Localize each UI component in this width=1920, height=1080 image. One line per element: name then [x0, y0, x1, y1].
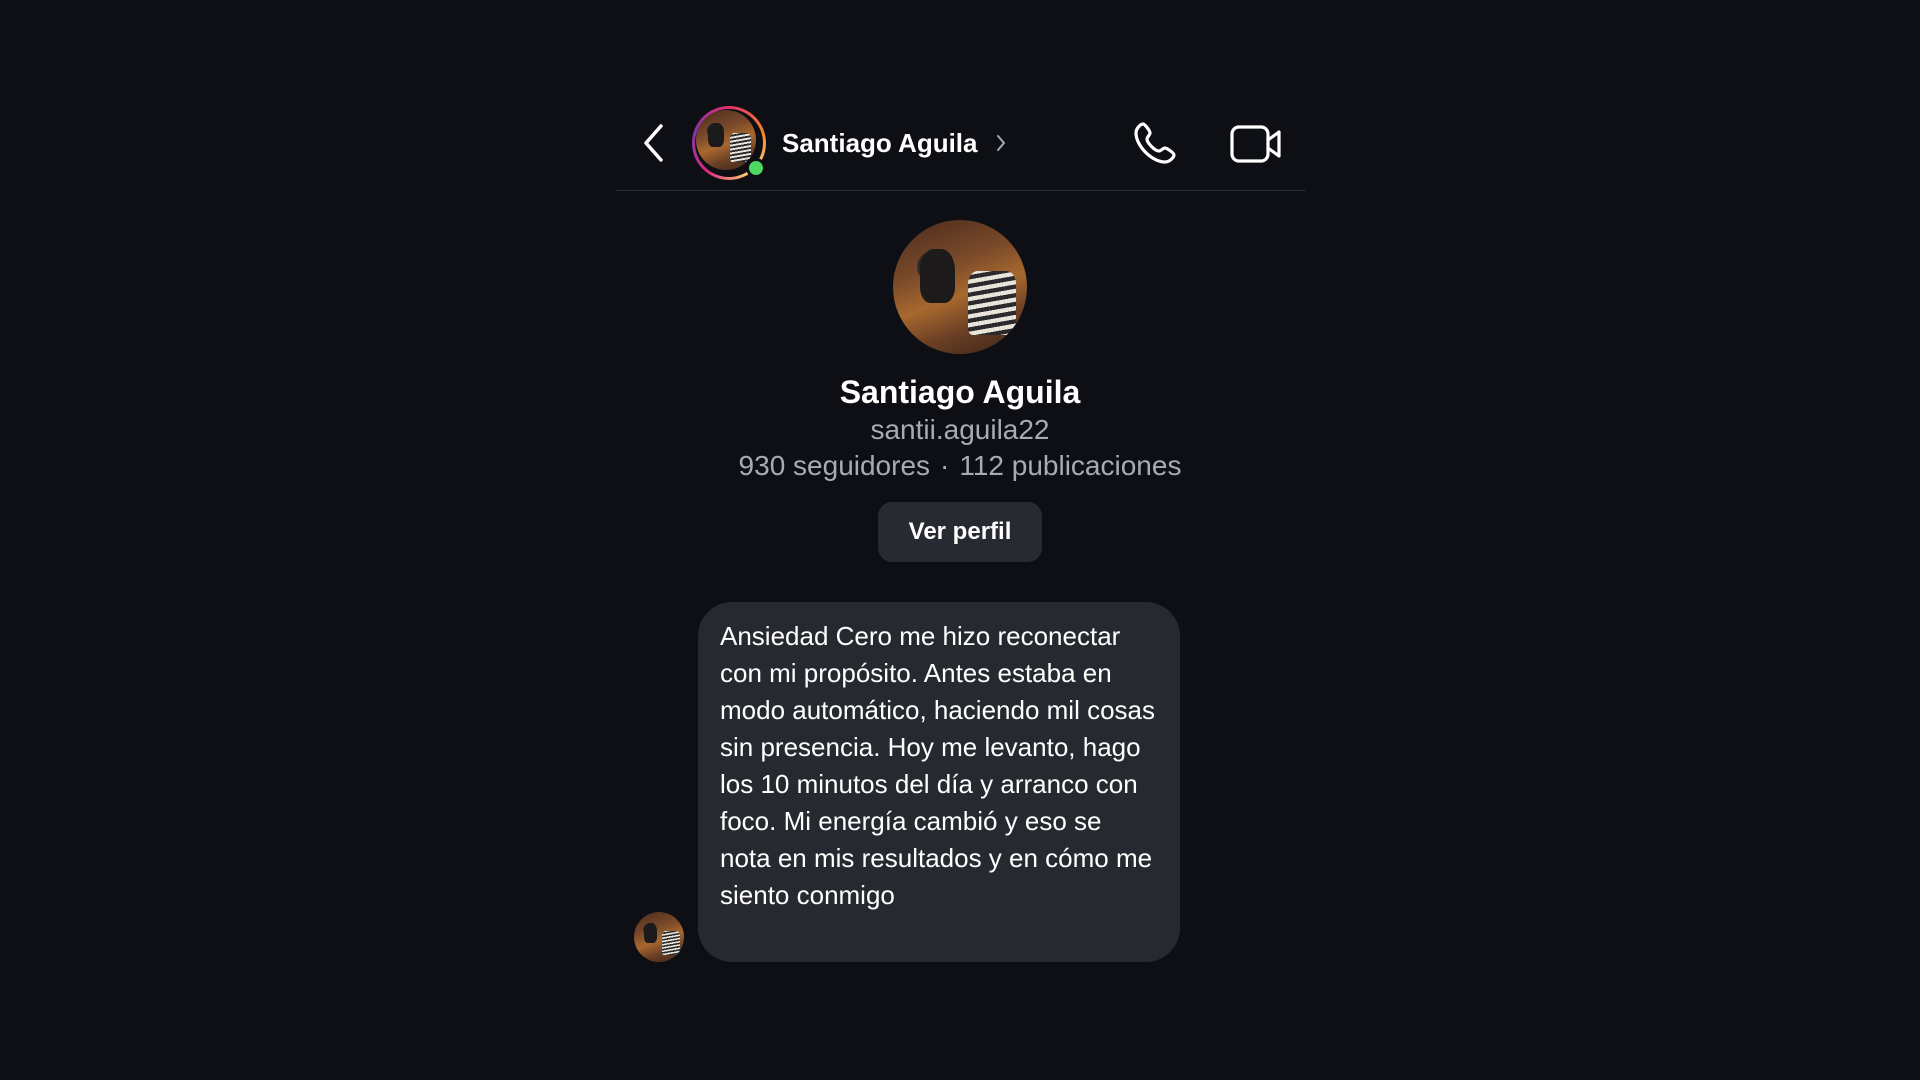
chat-screen: Santiago Aguila Santiago Aguila santii.a…: [0, 0, 1920, 1080]
video-camera-icon: [1230, 125, 1281, 163]
profile-username: santii.aguila22: [870, 414, 1050, 445]
message-sender-avatar[interactable]: [634, 912, 684, 962]
video-call-button[interactable]: [1228, 118, 1284, 170]
message-text: Ansiedad Cero me hizo reconectar con mi …: [720, 621, 1156, 910]
back-button[interactable]: [636, 120, 672, 166]
profile-name: Santiago Aguila: [839, 374, 1081, 410]
view-profile-button[interactable]: Ver perfil: [878, 502, 1042, 562]
chat-header: Santiago Aguila: [616, 100, 1306, 191]
stats-separator: ·: [940, 450, 950, 481]
online-status-dot: [746, 158, 766, 178]
posts-count: 112 publicaciones: [959, 450, 1182, 481]
chevron-left-icon: [644, 124, 663, 162]
header-contact-name[interactable]: Santiago Aguila: [782, 126, 978, 160]
profile-avatar[interactable]: [893, 220, 1027, 354]
message-bubble[interactable]: Ansiedad Cero me hizo reconectar con mi …: [698, 602, 1180, 962]
profile-stats: 930 seguidores · 112 publicaciones: [0, 448, 1920, 484]
followers-count: 930 seguidores: [738, 450, 931, 481]
audio-call-button[interactable]: [1128, 118, 1180, 170]
chevron-right-icon[interactable]: [994, 130, 1008, 156]
phone-icon: [1134, 122, 1176, 164]
header-avatar[interactable]: [692, 106, 766, 180]
